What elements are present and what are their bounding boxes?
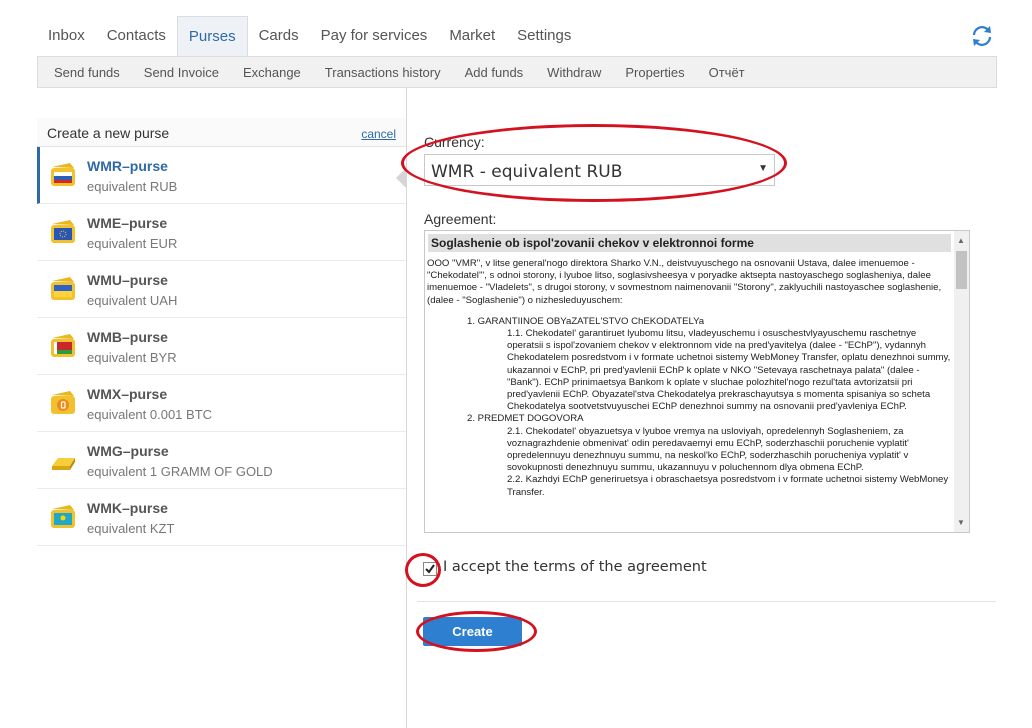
purse-name: WMG–purse <box>87 443 169 459</box>
dropdown-arrow-icon: ▼ <box>758 163 768 174</box>
scrollbar-thumb[interactable] <box>956 251 967 289</box>
purse-item-wmb[interactable]: WMB–purse equivalent BYR <box>37 318 407 375</box>
tab-purses[interactable]: Purses <box>176 16 248 56</box>
tab-contacts[interactable]: Contacts <box>96 16 177 56</box>
purse-equivalent: equivalent 0.001 BTC <box>87 407 213 422</box>
refresh-icon[interactable] <box>968 22 996 50</box>
accept-terms-label[interactable]: I accept the terms of the agreement <box>443 559 707 575</box>
wallet-icon <box>51 163 75 186</box>
purse-equivalent: equivalent BYR <box>87 350 177 365</box>
purse-item-wmu[interactable]: WMU–purse equivalent UAH <box>37 261 407 318</box>
agreement-section-2: 2. PREDMET DOGOVORA <box>467 413 584 425</box>
currency-select[interactable]: WMR - equivalent RUB ▼ <box>424 154 775 186</box>
scroll-up-icon[interactable]: ▲ <box>957 236 965 245</box>
purse-item-wme[interactable]: WME–purse equivalent EUR <box>37 204 407 261</box>
agreement-textbox[interactable]: Soglashenie ob ispol'zovanii chekov v el… <box>424 230 970 533</box>
agreement-intro: OOO "VMR", v litse general'nogo direktor… <box>427 258 942 306</box>
form-separator <box>417 601 996 602</box>
purse-name: WMU–purse <box>87 272 168 288</box>
tab-pay-for-services[interactable]: Pay for services <box>310 16 439 56</box>
purse-equivalent: equivalent EUR <box>87 236 178 251</box>
tab-cards[interactable]: Cards <box>248 16 310 56</box>
agreement-section-1: 1. GARANTIINOE OBYaZATEL'STVO ChEKODATEL… <box>467 315 705 327</box>
subnav-withdraw[interactable]: Withdraw <box>547 65 601 80</box>
subnav-properties[interactable]: Properties <box>625 65 684 80</box>
purse-name: WME–purse <box>87 215 168 231</box>
purse-equivalent: equivalent 1 GRAMM OF GOLD <box>87 464 273 479</box>
agreement-clause-2-2: 2.2. Kazhdyi EChP generiruetsya i obrasc… <box>507 474 949 498</box>
subnav-exchange[interactable]: Exchange <box>243 65 301 80</box>
purse-equivalent: equivalent RUB <box>87 179 178 194</box>
subnav-report[interactable]: Отчёт <box>709 65 745 80</box>
purse-name: WMR–purse <box>87 158 168 174</box>
purse-equivalent: equivalent KZT <box>87 521 175 536</box>
tab-inbox[interactable]: Inbox <box>37 16 96 56</box>
wallet-icon <box>51 334 75 357</box>
create-button[interactable]: Create <box>423 617 522 646</box>
currency-label: Currency: <box>424 134 485 150</box>
purse-item-wmk[interactable]: WMK–purse equivalent KZT <box>37 489 407 546</box>
selection-pointer <box>396 168 406 188</box>
subnav-add-funds[interactable]: Add funds <box>465 65 524 80</box>
purse-item-wmx[interactable]: WMX–purse equivalent 0.001 BTC <box>37 375 407 432</box>
agreement-title: Soglashenie ob ispol'zovanii chekov v el… <box>428 234 951 252</box>
wallet-icon <box>51 220 75 243</box>
accept-terms-checkbox[interactable] <box>423 562 437 576</box>
agreement-label: Agreement: <box>424 211 497 227</box>
column-divider <box>406 88 407 728</box>
purse-item-wmr[interactable]: WMR–purse equivalent RUB <box>37 147 407 204</box>
purse-list-header: Create a new purse cancel <box>37 118 407 147</box>
agreement-text: OOO "VMR", v litse general'nogo direktor… <box>425 252 969 499</box>
purse-name: WMK–purse <box>87 500 168 516</box>
cancel-link[interactable]: cancel <box>361 127 396 141</box>
agreement-scrollbar[interactable]: ▲ ▼ <box>954 231 969 532</box>
purse-list-title: Create a new purse <box>47 125 170 141</box>
tab-market[interactable]: Market <box>438 16 506 56</box>
checkbox-check-icon <box>425 564 435 574</box>
purse-type-list: Create a new purse cancel WMR–purse equi… <box>37 118 407 546</box>
subnav-send-invoice[interactable]: Send Invoice <box>144 65 219 80</box>
agreement-clause-1-1: 1.1. Chekodatel' garantiruet lyubomu lit… <box>507 328 951 413</box>
purse-equivalent: equivalent UAH <box>87 293 178 308</box>
scroll-down-icon[interactable]: ▼ <box>957 518 965 527</box>
subnav-send-funds[interactable]: Send funds <box>54 65 120 80</box>
wallet-icon <box>51 391 75 414</box>
gold-bar-icon <box>52 458 75 470</box>
main-tabs: Inbox Contacts Purses Cards Pay for serv… <box>37 16 582 56</box>
purse-name: WMB–purse <box>87 329 168 345</box>
wallet-icon <box>51 505 75 528</box>
purse-name: WMX–purse <box>87 386 168 402</box>
purse-item-wmg[interactable]: WMG–purse equivalent 1 GRAMM OF GOLD <box>37 432 407 489</box>
sub-navigation: Send funds Send Invoice Exchange Transac… <box>37 56 997 88</box>
wallet-icon <box>51 277 75 300</box>
agreement-clause-2-1: 2.1. Chekodatel' obyazuetsya v lyuboe vr… <box>507 425 909 474</box>
subnav-transactions-history[interactable]: Transactions history <box>325 65 441 80</box>
tab-settings[interactable]: Settings <box>506 16 582 56</box>
currency-selected-value: WMR - equivalent RUB <box>431 162 623 182</box>
